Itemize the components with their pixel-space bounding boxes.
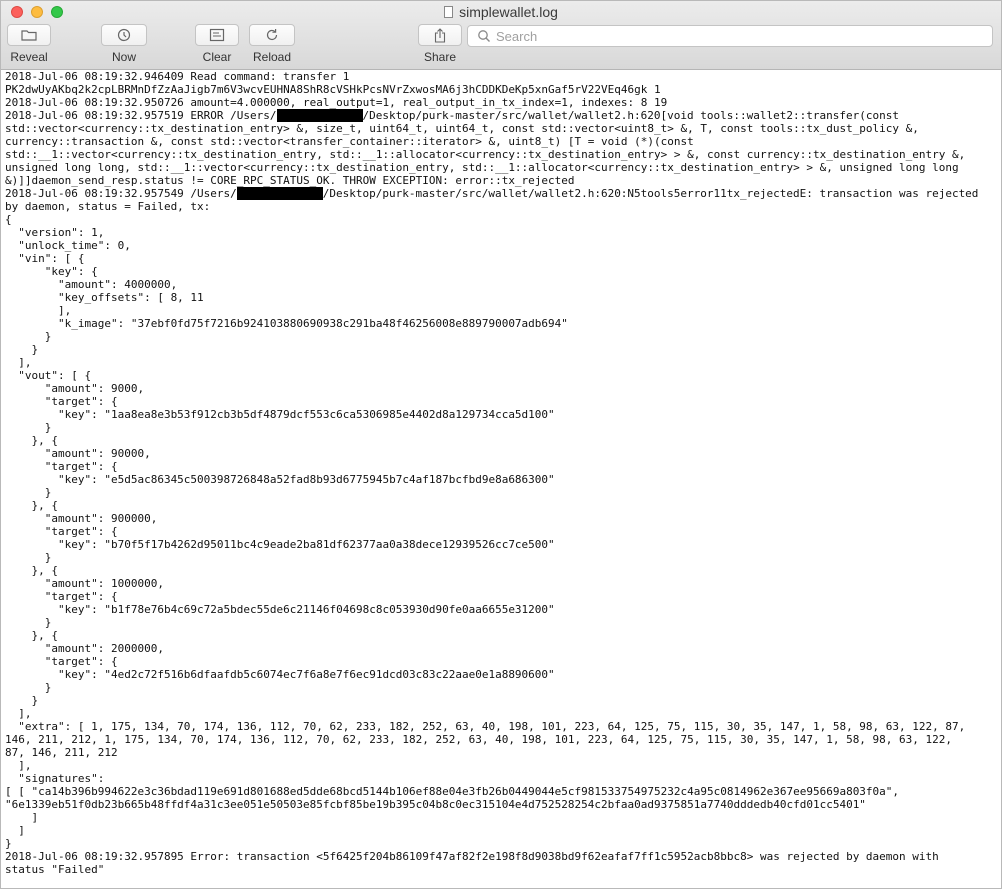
log-line: } [5,486,52,499]
reveal-label: Reveal [10,50,48,64]
log-line: "amount": 900000, [5,512,158,525]
log-line: 146, 211, 212, 1, 175, 134, 70, 174, 136… [5,733,953,746]
reload-toolbar-item[interactable]: Reload [249,24,295,64]
log-line: "key": "1aa8ea8e3b53f912cb3b5df4879dcf55… [5,408,555,421]
log-line: unsigned long long, std::__1::vector<cur… [5,161,959,174]
log-text-view[interactable]: 2018-Jul-06 08:19:32.946409 Read command… [1,70,1001,888]
log-line-segment: 2018-Jul-06 08:19:32.957519 ERROR /Users… [5,109,277,122]
log-line: "amount": 4000000, [5,278,178,291]
log-line: ], [5,304,72,317]
now-button[interactable] [101,24,147,46]
share-toolbar-item[interactable]: Share [418,24,462,64]
log-line: } [5,616,52,629]
log-line: 2018-Jul-06 08:19:32.950726 amount=4.000… [5,96,668,109]
now-toolbar-item[interactable]: Now [101,24,147,64]
reveal-button[interactable] [7,24,51,46]
log-line-segment: 2018-Jul-06 08:19:32.957549 /Users/ [5,187,237,200]
log-line: }, { [5,434,58,447]
title-bar: simplewallet.log Reveal Now Clear Reload [1,1,1001,70]
log-line: by daemon, status = Failed, tx: [5,200,211,213]
share-label: Share [423,50,457,64]
log-line: } [5,837,12,850]
log-line: [ [ "ca14b396b994622e3c36bdad119e691d801… [5,785,900,798]
log-line: } [5,330,52,343]
log-line: "vin": [ { [5,252,85,265]
log-line: "amount": 90000, [5,447,151,460]
log-line: } [5,343,39,356]
log-line: std::vector<currency::tx_destination_ent… [5,122,919,135]
reload-label: Reload [252,50,292,64]
log-line: status "Failed" [5,863,105,876]
log-line: 2018-Jul-06 08:19:32.946409 Read command… [5,70,350,83]
log-line: "key": "e5d5ac86345c500398726848a52fad8b… [5,473,555,486]
log-line-segment: /Desktop/purk-master/src/wallet/wallet2.… [362,109,899,122]
log-line: }, { [5,629,58,642]
log-line: "key": "b1f78e76b4c69c72a5bdec55de6c2114… [5,603,555,616]
share-button[interactable] [418,24,462,46]
log-line: "vout": [ { [5,369,92,382]
clear-log-icon [209,28,225,42]
log-line: "key_offsets": [ 8, 11 [5,291,204,304]
log-line: "extra": [ 1, 175, 134, 70, 174, 136, 11… [5,720,966,733]
log-line: } [5,551,52,564]
log-line: 87, 146, 211, 212 [5,746,118,759]
log-line: ] [5,824,25,837]
log-line: "target": { [5,525,118,538]
search-field[interactable] [467,25,993,47]
reload-icon [266,29,278,41]
log-line: "version": 1, [5,226,105,239]
log-line: "target": { [5,460,118,473]
reload-button[interactable] [249,24,295,46]
search-icon [478,30,490,42]
clock-arrow-icon [117,28,131,42]
log-line: 2018-Jul-06 08:19:32.957519 ERROR /Users… [5,109,997,122]
log-line: "key": "b70f5f17b4262d95011bc4c9eade2ba8… [5,538,555,551]
log-line: "amount": 9000, [5,382,145,395]
document-icon [444,6,454,18]
log-line: } [5,421,52,434]
now-label: Now [111,50,136,64]
log-line: currency::transaction &, const std::vect… [5,135,694,148]
log-line: "signatures": [5,772,105,785]
log-line: 2018-Jul-06 08:19:32.957895 Error: trans… [5,850,939,863]
log-line: PK2dwUyAKbq2k2cpLBRMnDfZzAaJigb7m6V3wcvE… [5,83,661,96]
console-window: simplewallet.log Reveal Now Clear Reload [0,0,1002,889]
log-line: "target": { [5,590,118,603]
clear-button[interactable] [195,24,239,46]
log-line: "target": { [5,395,118,408]
log-line: 2018-Jul-06 08:19:32.957549 /Users/ /Desk… [5,187,997,200]
log-line: "key": { [5,265,98,278]
redacted-username [276,109,363,122]
window-title-text: simplewallet.log [459,4,558,20]
log-line: ] [5,811,39,824]
clear-toolbar-item[interactable]: Clear [195,24,239,64]
search-input[interactable] [492,28,992,44]
window-title: simplewallet.log [1,4,1001,20]
log-line: ], [5,356,32,369]
log-line: "key": "4ed2c72f516b6dfaafdb5c6074ec7f6a… [5,668,555,681]
log-line: ], [5,707,32,720]
log-line: } [5,694,39,707]
redacted-username [236,187,323,200]
log-line: }, { [5,564,58,577]
log-line: std::__1::vector<currency::tx_destinatio… [5,148,966,161]
log-line: { [5,213,12,226]
log-line: &)]]daemon_send_resp.status != CORE_RPC_… [5,174,575,187]
log-line: "unlock_time": 0, [5,239,131,252]
reveal-toolbar-item[interactable]: Reveal [7,24,51,64]
log-line-segment: /Desktop/purk-master/src/wallet/wallet2.… [322,187,979,200]
clear-label: Clear [202,50,232,64]
log-line: ], [5,759,32,772]
log-line: } [5,681,52,694]
log-line: "amount": 1000000, [5,577,164,590]
log-line: "k_image": "37ebf0fd75f7216b924103880690… [5,317,568,330]
share-icon [434,27,446,43]
log-line: "target": { [5,655,118,668]
folder-icon [21,30,37,41]
log-line: }, { [5,499,58,512]
log-line: "6e1339eb51f0db23b665b48ffdf4a31c3ee051e… [5,798,866,811]
log-line: "amount": 2000000, [5,642,164,655]
